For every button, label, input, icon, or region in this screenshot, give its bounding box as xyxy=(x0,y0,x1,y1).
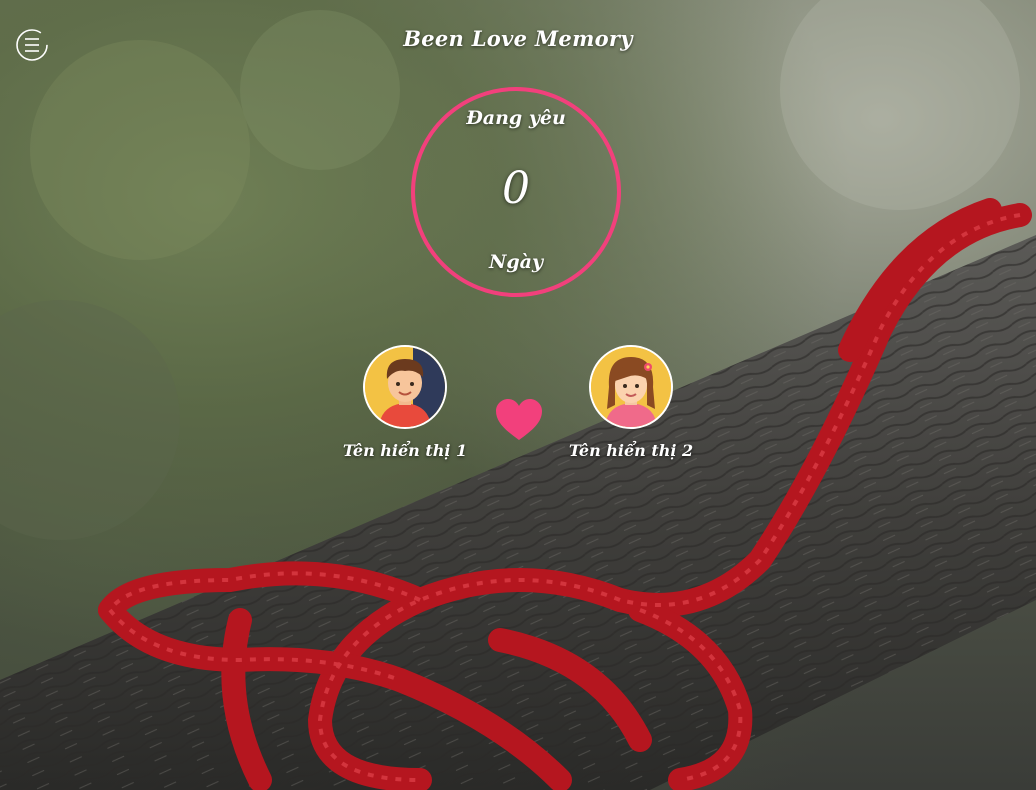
person-1: Tên hiển thị 1 xyxy=(325,345,485,460)
person-2-avatar[interactable] xyxy=(589,345,673,429)
boy-avatar-icon xyxy=(365,347,445,427)
counter-value: 0 xyxy=(502,163,530,214)
girl-avatar-icon xyxy=(591,347,671,427)
person-1-avatar[interactable] xyxy=(363,345,447,429)
person-1-name[interactable]: Tên hiển thị 1 xyxy=(325,441,485,460)
counter-top-label: Đang yêu xyxy=(466,107,566,129)
counter-unit-label: Ngày xyxy=(488,251,543,273)
person-2-name[interactable]: Tên hiển thị 2 xyxy=(551,441,711,460)
day-counter-ring[interactable]: Đang yêu 0 Ngày xyxy=(411,87,621,297)
heart-icon xyxy=(496,399,542,440)
person-2: Tên hiển thị 2 xyxy=(551,345,711,460)
app-title: Been Love Memory xyxy=(403,26,633,51)
